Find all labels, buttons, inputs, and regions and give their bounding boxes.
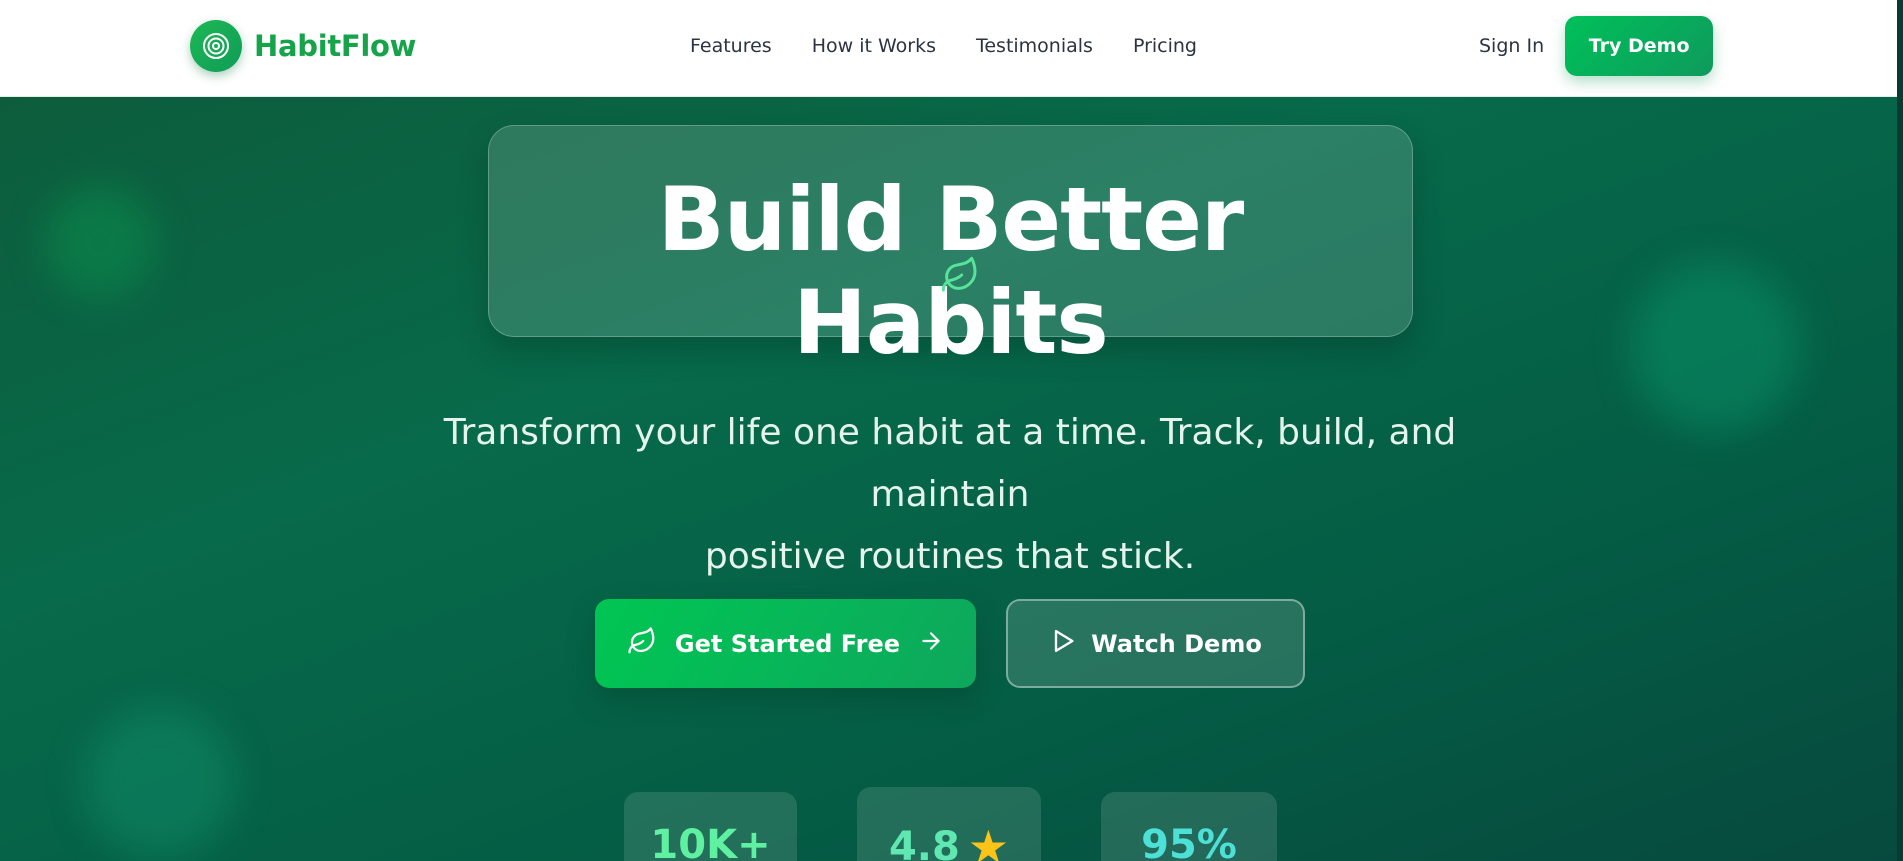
brand-name: HabitFlow	[254, 29, 417, 63]
hero-title-card: Build Better Habits	[488, 125, 1413, 374]
top-navbar: HabitFlow Features How it Works Testimon…	[0, 0, 1903, 97]
arrow-right-icon	[918, 628, 944, 660]
leaf-icon	[627, 626, 657, 662]
play-icon	[1049, 627, 1077, 661]
nav-link-how-it-works[interactable]: How it Works	[812, 35, 936, 57]
watch-demo-label: Watch Demo	[1091, 629, 1262, 658]
stat-card: 95%	[1101, 792, 1277, 861]
target-icon	[190, 20, 242, 72]
hero-subtitle: Transform your life one habit at a time.…	[380, 402, 1520, 588]
decorative-blob	[85, 707, 235, 857]
page-scrollbar[interactable]	[1897, 0, 1903, 861]
nav-link-features[interactable]: Features	[690, 35, 772, 57]
nav-actions: Sign In Try Demo	[1479, 16, 1714, 76]
leaf-icon	[940, 255, 980, 300]
stat-value: 10K+	[650, 822, 771, 861]
hero-section: Build Better Habits Transform your life …	[0, 97, 1897, 861]
nav-link-pricing[interactable]: Pricing	[1133, 35, 1197, 57]
get-started-free-button[interactable]: Get Started Free	[595, 599, 976, 688]
hero-subtitle-line-2: positive routines that stick.	[704, 536, 1196, 577]
stat-value-rating: 4.8 ★	[889, 817, 1009, 861]
star-icon: ★	[967, 820, 1010, 861]
watch-demo-button[interactable]: Watch Demo	[1006, 599, 1305, 688]
stat-card: 10K+	[624, 792, 797, 861]
stat-card: 4.8 ★	[857, 787, 1041, 861]
try-demo-button[interactable]: Try Demo	[1565, 16, 1714, 76]
decorative-blob	[45, 187, 155, 297]
decorative-blob	[1630, 262, 1800, 432]
stat-value: 95%	[1141, 822, 1237, 861]
nav-link-testimonials[interactable]: Testimonials	[976, 35, 1093, 57]
main-nav: Features How it Works Testimonials Prici…	[690, 35, 1197, 57]
brand-logo[interactable]: HabitFlow	[190, 20, 416, 72]
get-started-free-label: Get Started Free	[674, 629, 901, 658]
sign-in-link[interactable]: Sign In	[1479, 35, 1544, 57]
hero-subtitle-line-1: Transform your life one habit at a time.…	[443, 412, 1457, 515]
stat-value: 4.8	[888, 824, 960, 861]
